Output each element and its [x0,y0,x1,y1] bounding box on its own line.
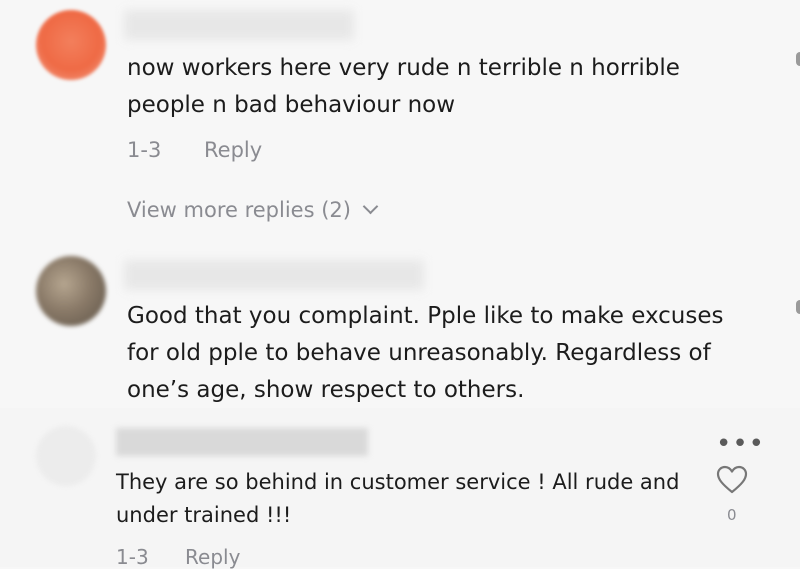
comment-1: now workers here very rude n terrible n … [0,0,800,250]
username-blurred[interactable] [124,10,354,40]
like-count: 0 [727,506,737,524]
side-indicator [796,52,800,66]
avatar[interactable] [36,10,106,80]
comment-text: They are so behind in customer service !… [116,466,679,532]
comment-line: under trained !!! [116,503,292,527]
comment-date: 1-3 [116,545,149,569]
comment-3: ••• 0 They are so behind in customer ser… [0,408,800,569]
more-options-icon[interactable]: ••• [716,431,765,457]
comment-text: now workers here very rude n terrible n … [127,50,680,124]
comment-text: Good that you complaint. Pple like to ma… [127,298,724,409]
comment-line: They are so behind in customer service !… [116,470,680,494]
comment-line: Good that you complaint. Pple like to ma… [127,303,724,329]
comment-date: 1-3 [127,138,162,162]
comment-meta: 1-3 Reply [116,545,270,569]
reply-button[interactable]: Reply [204,138,262,162]
comment-line: for old pple to behave unreasonably. Reg… [127,340,711,366]
comment-line: people n bad behaviour now [127,92,456,118]
view-more-replies-button[interactable]: View more replies (2) [127,198,379,222]
chevron-down-icon [362,198,379,215]
username-blurred[interactable] [124,260,424,290]
heart-icon[interactable] [716,465,748,495]
avatar[interactable] [36,256,106,326]
comment-line: one’s age, show respect to others. [127,377,525,403]
username-blurred[interactable] [116,428,368,456]
comment-2: Good that you complaint. Pple like to ma… [0,250,800,408]
side-indicator [796,300,800,314]
comment-line: now workers here very rude n terrible n … [127,55,680,81]
reply-button[interactable]: Reply [185,545,240,569]
comment-meta: 1-3 Reply [127,138,298,162]
view-more-replies-label: View more replies (2) [127,198,351,222]
avatar[interactable] [36,426,96,486]
